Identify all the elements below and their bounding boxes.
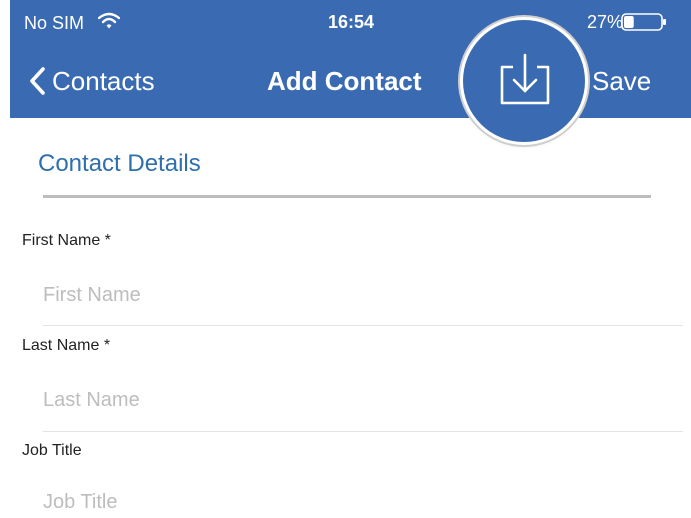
section-title: Contact Details [38,150,201,177]
battery-percent: 27% [587,12,624,32]
job-title-input[interactable] [43,491,603,514]
carrier-label: No SIM [24,13,85,33]
first-name-label: First Name * [22,232,111,249]
job-title-label: Job Title [22,442,82,459]
save-icon-button[interactable] [463,20,585,142]
status-bar: No SIM 16:54 27% [10,0,691,40]
chevron-left-icon [30,67,45,95]
first-name-input[interactable] [43,284,603,307]
save-button[interactable]: Save [592,66,651,97]
page-title: Add Contact [267,66,422,96]
back-button[interactable]: Contacts [28,64,155,98]
last-name-label: Last Name * [22,337,111,354]
battery-icon [621,13,666,31]
back-label: Contacts [52,65,155,96]
last-name-input[interactable] [43,389,603,412]
field-divider [43,325,683,326]
field-divider [43,431,683,432]
section-divider [43,195,651,198]
nav-bar: Contacts Add Contact Save [10,44,691,118]
wifi-icon [98,12,120,29]
top-bar: No SIM 16:54 27% Contacts Add Contact Sa… [10,0,691,118]
download-icon [500,53,550,105]
clock: 16:54 [328,12,375,32]
